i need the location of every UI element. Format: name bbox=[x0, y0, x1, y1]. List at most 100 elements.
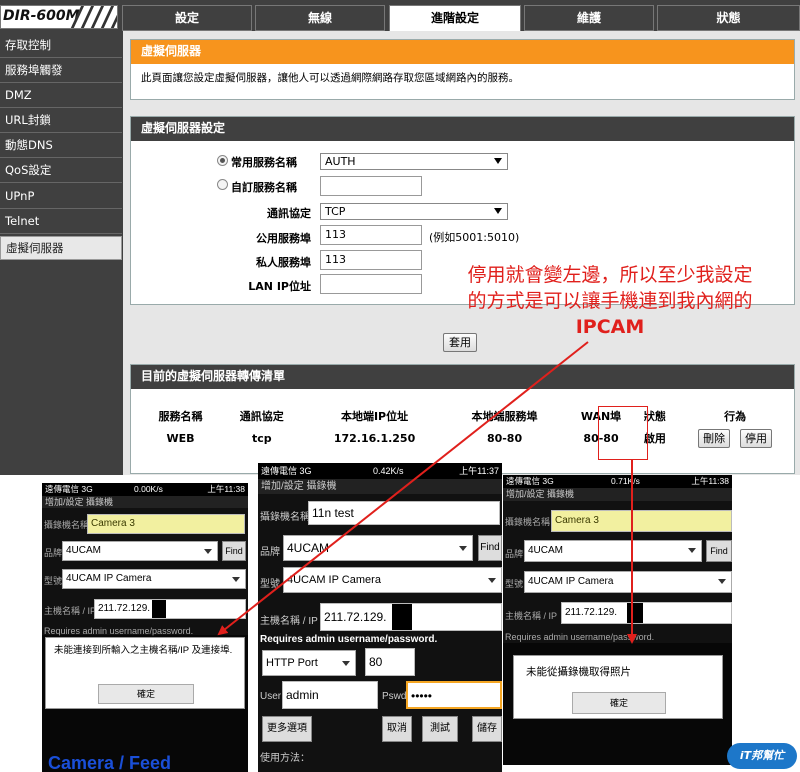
dialog-ok-button[interactable]: 確定 bbox=[572, 692, 666, 714]
carrier-text: 遠傳電信 3G bbox=[506, 476, 554, 486]
dropdown-arrow-icon bbox=[232, 577, 240, 582]
dialog-ok-button[interactable]: 確定 bbox=[98, 684, 194, 704]
public-port-input[interactable]: 113 bbox=[320, 225, 422, 245]
user-input[interactable]: admin bbox=[282, 681, 378, 709]
public-port-hint: (例如5001:5010) bbox=[429, 231, 520, 244]
camera-feed-text: Camera / Feed bbox=[48, 753, 172, 772]
model-value: 4UCAM IP Camera bbox=[66, 573, 152, 584]
redaction-block bbox=[392, 604, 412, 630]
screen-title: 增加/設定 攝錄機 bbox=[42, 496, 248, 508]
sidebar: 存取控制 服務埠觸發 DMZ URL封鎖 動態DNS QoS設定 UPnP Te… bbox=[0, 31, 122, 475]
tab-advanced[interactable]: 進階設定 bbox=[389, 5, 521, 32]
phone-middle: 遠傳電信 3G 0.42K/s 上午11:37 增加/設定 攝錄機 攝錄機名稱 … bbox=[258, 463, 502, 772]
protocol-value: TCP bbox=[325, 205, 346, 218]
find-button[interactable]: Find bbox=[478, 535, 502, 561]
save-button[interactable]: 儲存 bbox=[472, 716, 502, 742]
dropdown-arrow-icon bbox=[488, 578, 496, 583]
sidebar-item-access-control[interactable]: 存取控制 bbox=[0, 34, 122, 58]
camera-name-input[interactable]: Camera 3 bbox=[87, 514, 245, 534]
brand-select[interactable]: 4UCAM bbox=[62, 541, 218, 561]
tab-maintenance[interactable]: 維護 bbox=[524, 5, 654, 31]
disable-button[interactable]: 停用 bbox=[740, 428, 772, 448]
model-select[interactable]: 4UCAM IP Camera bbox=[62, 569, 246, 589]
test-button[interactable]: 測試 bbox=[422, 716, 458, 742]
brand-value: 4UCAM bbox=[287, 541, 330, 555]
carrier-text: 遠傳電信 3G bbox=[261, 466, 312, 476]
lan-ip-label: LAN IP位址 bbox=[248, 280, 311, 293]
carrier-text: 遠傳電信 3G bbox=[45, 484, 93, 494]
status-highlight-box bbox=[598, 406, 648, 460]
annotation-line-2: 的方式是可以讓手機連到我內網的 bbox=[467, 290, 753, 312]
brand-select[interactable]: 4UCAM bbox=[283, 535, 473, 561]
delete-button[interactable]: 刪除 bbox=[698, 428, 731, 448]
password-input[interactable]: ••••• bbox=[406, 681, 502, 709]
screen-title: 增加/設定 攝錄機 bbox=[503, 488, 732, 501]
tab-wireless[interactable]: 無線 bbox=[255, 5, 385, 31]
protocol-select[interactable]: TCP bbox=[320, 203, 508, 220]
camera-name-input[interactable]: Camera 3 bbox=[551, 510, 732, 532]
tab-setup[interactable]: 設定 bbox=[122, 5, 252, 31]
brand-label: 品牌 bbox=[505, 549, 524, 559]
radio-selected-icon[interactable] bbox=[217, 155, 228, 166]
row-service: WEB bbox=[166, 431, 195, 445]
clock-text: 上午11:38 bbox=[207, 484, 245, 494]
redaction-block bbox=[627, 603, 643, 623]
annotation-line-3: IPCAM bbox=[575, 316, 645, 338]
logo-text: DIR-600M bbox=[3, 8, 80, 24]
model-select[interactable]: 4UCAM IP Camera bbox=[283, 567, 502, 593]
error-dialog: 未能連接到所輸入之主機名稱/IP 及連接埠. 確定 bbox=[45, 637, 245, 709]
find-button[interactable]: Find bbox=[706, 540, 732, 562]
cancel-button[interactable]: 取消 bbox=[382, 716, 412, 742]
sidebar-item-url-block[interactable]: URL封鎖 bbox=[0, 109, 122, 133]
model-select[interactable]: 4UCAM IP Camera bbox=[524, 571, 732, 593]
common-service-value: AUTH bbox=[325, 155, 356, 168]
private-port-label: 私人服務埠 bbox=[256, 256, 311, 269]
dropdown-arrow-icon bbox=[718, 579, 726, 584]
speed-text: 0.42K/s bbox=[373, 466, 404, 476]
sidebar-item-ddns[interactable]: 動態DNS bbox=[0, 134, 122, 158]
forward-list-title: 目前的虛擬伺服器轉傳清單 bbox=[131, 365, 794, 389]
port-type-select[interactable]: HTTP Port bbox=[262, 650, 356, 676]
common-service-select[interactable]: AUTH bbox=[320, 153, 508, 170]
intro-description: 此頁面讓您設定虛擬伺服器，讓他人可以透過網際網路存取您區域網路內的服務。 bbox=[141, 72, 519, 84]
clock-text: 上午11:37 bbox=[459, 466, 499, 476]
annotation-line-1: 停用就會變左邊，所以至少我設定 bbox=[467, 264, 753, 286]
tab-status[interactable]: 狀態 bbox=[657, 5, 800, 31]
camera-name-input[interactable]: 11n test bbox=[308, 501, 500, 525]
site-watermark: iT邦幫忙 bbox=[727, 743, 797, 769]
port-input[interactable]: 80 bbox=[365, 648, 415, 676]
sidebar-item-port-trigger[interactable]: 服務埠觸發 bbox=[0, 59, 122, 83]
more-options-button[interactable]: 更多選項 bbox=[262, 716, 312, 742]
host-input[interactable]: 211.72.129. bbox=[561, 602, 732, 624]
host-label: 主機名稱 / IP bbox=[505, 611, 558, 621]
model-value: 4UCAM IP Camera bbox=[528, 576, 614, 587]
sidebar-item-virtual-server[interactable]: 虛擬伺服器 bbox=[0, 236, 122, 260]
private-port-input[interactable]: 113 bbox=[320, 250, 422, 270]
status-bar: 遠傳電信 3G 0.71K/s 上午11:38 bbox=[503, 475, 732, 488]
sidebar-item-telnet[interactable]: Telnet bbox=[0, 210, 122, 234]
brand-value: 4UCAM bbox=[528, 545, 564, 556]
find-button[interactable]: Find bbox=[222, 541, 246, 561]
requires-text: Requires admin username/password. bbox=[505, 632, 655, 642]
row-local-port: 80-80 bbox=[486, 431, 523, 445]
host-label: 主機名稱 / IP bbox=[260, 616, 318, 627]
model-value: 4UCAM IP Camera bbox=[287, 574, 381, 586]
header-service: 服務名稱 bbox=[158, 410, 203, 423]
dropdown-arrow-icon bbox=[494, 208, 502, 214]
sidebar-item-qos[interactable]: QoS設定 bbox=[0, 159, 122, 183]
brand-select[interactable]: 4UCAM bbox=[524, 540, 702, 562]
dropdown-arrow-icon bbox=[204, 549, 212, 554]
host-input[interactable]: 211.72.129. bbox=[94, 599, 246, 619]
header-protocol: 通訊協定 bbox=[239, 410, 284, 423]
phone-right: 遠傳電信 3G 0.71K/s 上午11:38 增加/設定 攝錄機 攝錄機名稱 … bbox=[503, 475, 732, 765]
sidebar-item-upnp[interactable]: UPnP bbox=[0, 185, 122, 209]
custom-service-input[interactable] bbox=[320, 176, 422, 196]
intro-panel: 虛擬伺服器 此頁面讓您設定虛擬伺服器，讓他人可以透過網際網路存取您區域網路內的服… bbox=[130, 39, 795, 100]
lan-ip-input[interactable] bbox=[320, 274, 422, 294]
table-row: WEB tcp 172.16.1.250 80-80 80-80 啟用 刪除 停… bbox=[145, 427, 795, 449]
user-label: User bbox=[260, 691, 282, 702]
radio-unselected-icon[interactable] bbox=[217, 179, 228, 190]
intro-title: 虛擬伺服器 bbox=[131, 40, 794, 64]
sidebar-item-dmz[interactable]: DMZ bbox=[0, 84, 122, 108]
speed-text: 0.00K/s bbox=[134, 484, 163, 494]
